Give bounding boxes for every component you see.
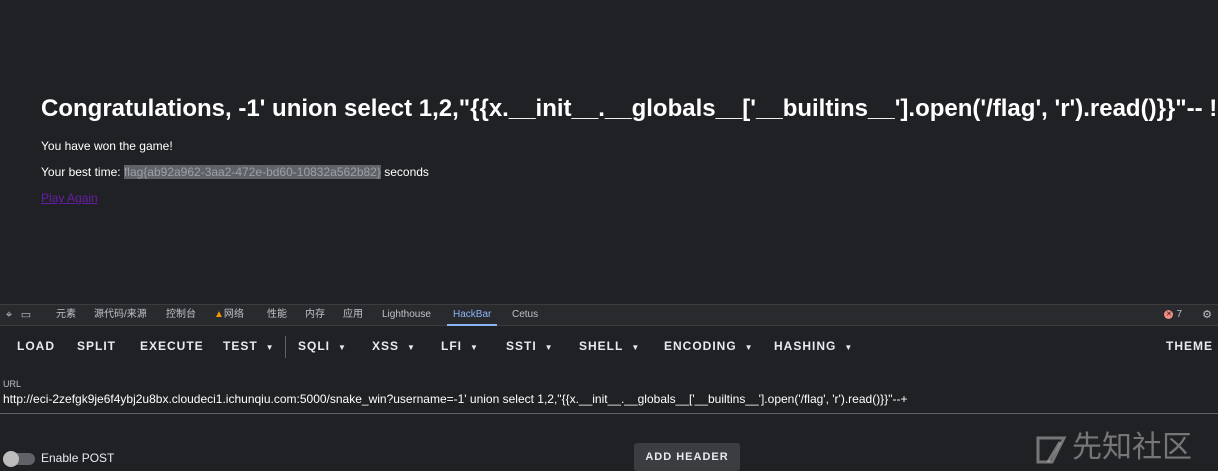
url-label: URL — [3, 379, 22, 389]
device-toolbar-icon[interactable]: ▭ — [19, 308, 33, 322]
seconds-label: seconds — [384, 165, 429, 179]
chevron-down-icon: ▼ — [265, 343, 275, 352]
enable-post-toggle[interactable] — [3, 451, 35, 467]
execute-button[interactable]: EXECUTE — [140, 326, 204, 366]
test-menu-button[interactable]: TEST ▼ — [223, 326, 275, 366]
shell-label: SHELL — [579, 339, 624, 353]
shell-menu-button[interactable]: SHELL ▼ — [579, 326, 640, 366]
theme-button[interactable]: THEME — [1166, 326, 1213, 366]
tab-hackbar[interactable]: HackBar — [446, 305, 498, 326]
error-icon: ✕ — [1164, 309, 1174, 319]
toolbar-divider — [285, 336, 286, 358]
split-button[interactable]: SPLIT — [77, 326, 116, 366]
sqli-menu-button[interactable]: SQLI ▼ — [298, 326, 347, 366]
lfi-label: LFI — [441, 339, 462, 353]
watermark: 先知社区 — [1034, 422, 1192, 466]
tab-network[interactable]: ▲网络 — [214, 305, 244, 325]
load-button[interactable]: LOAD — [17, 326, 55, 366]
watermark-logo-icon — [1036, 436, 1067, 464]
tab-performance[interactable]: 性能 — [267, 305, 287, 325]
lfi-menu-button[interactable]: LFI ▼ — [441, 326, 479, 366]
error-count: 7 — [1176, 309, 1182, 320]
enable-post-label: Enable POST — [41, 451, 115, 465]
play-again-link[interactable]: Play Again — [41, 191, 98, 205]
url-field[interactable]: http://eci-2zefgk9je6f4ybj2u8bx.cloudeci… — [3, 392, 907, 406]
best-time-line: Your best time: flag{ab92a962-3aa2-472e-… — [41, 165, 429, 179]
tab-cetus[interactable]: Cetus — [512, 305, 538, 325]
best-time-label: Your best time: — [41, 165, 121, 179]
ssti-label: SSTI — [506, 339, 537, 353]
hackbar-toolbar: LOAD SPLIT EXECUTE TEST ▼ SQLI ▼ XSS ▼ LFI ▼… — [0, 326, 1218, 366]
chevron-down-icon: ▼ — [544, 343, 554, 352]
ssti-menu-button[interactable]: SSTI ▼ — [506, 326, 554, 366]
hashing-menu-button[interactable]: HASHING ▼ — [774, 326, 853, 366]
encoding-menu-button[interactable]: ENCODING ▼ — [664, 326, 754, 366]
best-time-value: flag{ab92a962-3aa2-472e-bd60-10832a562b8… — [123, 165, 381, 179]
chevron-down-icon: ▼ — [844, 343, 854, 352]
encoding-label: ENCODING — [664, 339, 737, 353]
tab-sources[interactable]: 源代码/来源 — [94, 305, 147, 325]
chevron-down-icon: ▼ — [470, 343, 479, 352]
warning-icon: ▲ — [214, 309, 224, 320]
game-result-page: Congratulations, -1' union select 1,2,"{… — [0, 0, 1218, 304]
tab-network-label: 网络 — [223, 309, 244, 320]
url-field-underline — [0, 413, 1218, 414]
xss-label: XSS — [372, 339, 400, 353]
tab-application[interactable]: 应用 — [343, 305, 363, 325]
tab-memory[interactable]: 内存 — [305, 305, 325, 325]
tab-lighthouse[interactable]: Lighthouse — [382, 305, 431, 325]
settings-gear-icon[interactable]: ⚙ — [1200, 308, 1214, 322]
tab-elements[interactable]: 元素 — [56, 305, 76, 325]
devtools-tabbar: ⌖ ▭ 元素 源代码/来源 控制台 ▲网络 性能 内存 应用 Lighthous… — [0, 304, 1218, 326]
chevron-down-icon: ▼ — [744, 343, 754, 352]
chevron-down-icon: ▼ — [631, 343, 641, 352]
watermark-text: 先知社区 — [1072, 431, 1192, 464]
page-title: Congratulations, -1' union select 1,2,"{… — [41, 95, 1218, 122]
add-header-button[interactable]: ADD HEADER — [634, 443, 740, 471]
error-count-badge[interactable]: ✕ 7 — [1164, 305, 1182, 325]
toggle-knob — [3, 451, 19, 467]
xss-menu-button[interactable]: XSS ▼ — [372, 326, 416, 366]
won-message: You have won the game! — [41, 139, 173, 153]
tab-console[interactable]: 控制台 — [166, 305, 196, 325]
test-label: TEST — [223, 339, 258, 353]
chevron-down-icon: ▼ — [407, 343, 416, 352]
hashing-label: HASHING — [774, 339, 837, 353]
sqli-label: SQLI — [298, 339, 331, 353]
inspect-element-icon[interactable]: ⌖ — [2, 308, 16, 322]
chevron-down-icon: ▼ — [338, 343, 347, 352]
